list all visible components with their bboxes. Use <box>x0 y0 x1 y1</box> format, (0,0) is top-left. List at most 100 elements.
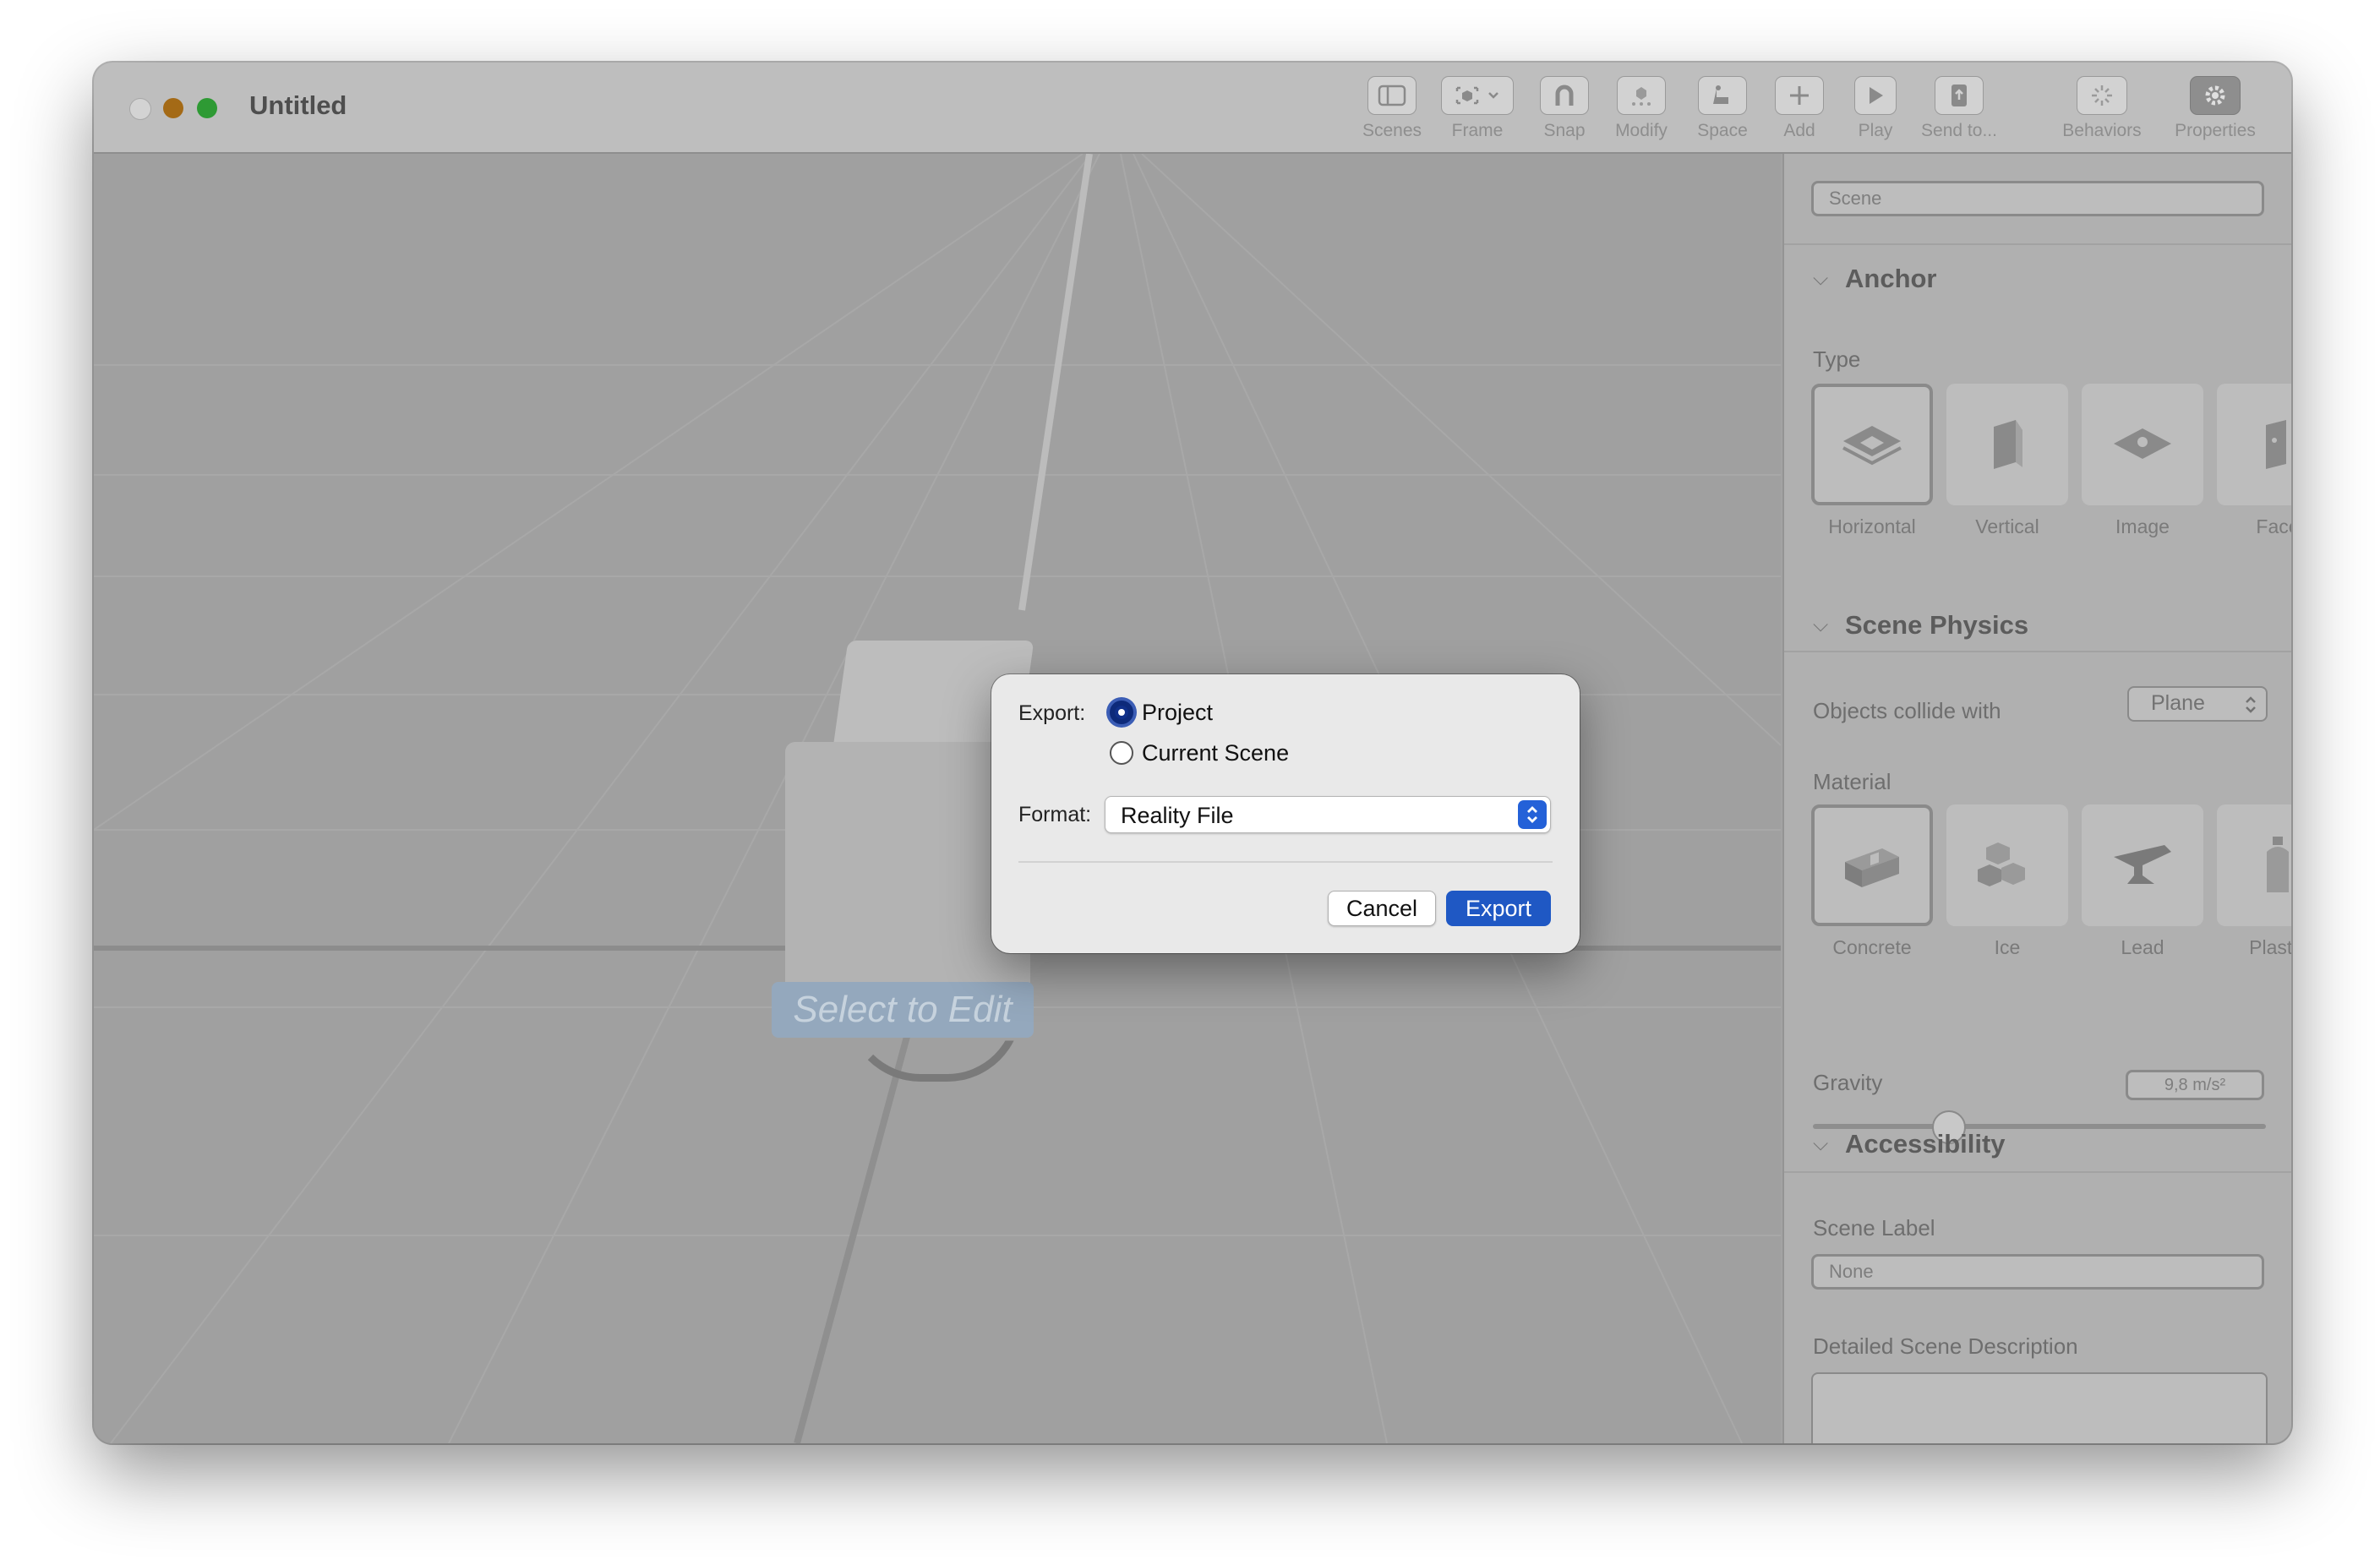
material-label-lead: Lead <box>2121 936 2164 958</box>
toolbar-properties[interactable]: Properties <box>2163 76 2268 141</box>
material-lead[interactable] <box>2082 804 2203 926</box>
properties-button[interactable] <box>2190 76 2241 115</box>
separator <box>1784 1171 2291 1173</box>
space-icon <box>1713 85 1728 104</box>
anchor-type-label-image: Image <box>2115 515 2170 537</box>
frame-cube-icon <box>1455 86 1498 105</box>
toolbar-behaviors[interactable]: Behaviors <box>2053 76 2151 141</box>
ice-cubes-icon <box>1978 842 2025 886</box>
magnet-icon <box>1555 85 1574 106</box>
material-label-ice: Ice <box>1994 936 2021 958</box>
collide-popup[interactable]: Plane <box>2127 686 2268 722</box>
play-button[interactable] <box>1854 76 1897 115</box>
material-concrete[interactable] <box>1811 804 1933 926</box>
scene-label-label: Scene Label <box>1813 1215 1935 1241</box>
chevron-down-icon[interactable]: ⌵ <box>1813 267 1828 291</box>
format-select[interactable]: Reality File <box>1105 796 1551 833</box>
export-dialog: Export: Project Current Scene Format: Re… <box>991 674 1580 953</box>
separator <box>1784 651 2291 652</box>
scenes-label: Scenes <box>1362 121 1422 140</box>
anchor-type-vertical[interactable] <box>1946 384 2068 505</box>
snap-button[interactable] <box>1540 76 1589 115</box>
modify-button[interactable] <box>1617 76 1666 115</box>
anchor-type-label-horizontal: Horizontal <box>1828 515 1916 537</box>
select-arrows-icon <box>1518 800 1547 829</box>
plastic-bottle-icon <box>2267 837 2289 892</box>
anchor-type-face[interactable] <box>2217 384 2291 505</box>
dialog-separator <box>1018 861 1553 863</box>
toolbar-scenes[interactable]: Scenes <box>1350 76 1434 141</box>
anchor-type-image[interactable] <box>2082 384 2203 505</box>
play-icon <box>1870 87 1883 104</box>
play-label: Play <box>1858 121 1893 140</box>
description-textarea[interactable] <box>1811 1372 2268 1443</box>
add-label: Add <box>1783 121 1815 140</box>
device-icon <box>1951 85 1967 106</box>
behaviors-label: Behaviors <box>2062 121 2142 140</box>
chevron-down-icon[interactable]: ⌵ <box>1813 1132 1828 1156</box>
anchor-header[interactable]: Anchor <box>1845 264 1937 294</box>
anchor-type-label: Type <box>1813 346 1861 372</box>
scene-name-field[interactable]: Scene <box>1811 181 2264 216</box>
plus-icon <box>1790 86 1809 105</box>
toolbar-snap[interactable]: Snap <box>1531 76 1598 141</box>
scene-label-field[interactable]: None <box>1811 1254 2264 1290</box>
collide-value: Plane <box>2151 691 2205 715</box>
anvil-icon <box>2114 845 2171 884</box>
modify-icon <box>1632 87 1651 106</box>
accessibility-header[interactable]: Accessibility <box>1845 1129 2006 1159</box>
scene-physics-header[interactable]: Scene Physics <box>1845 610 2028 641</box>
horizontal-plane-icon <box>1842 426 1902 466</box>
send-to-button[interactable] <box>1935 76 1984 115</box>
export-button[interactable]: Export <box>1446 891 1551 926</box>
radio-current-scene-label[interactable]: Current Scene <box>1142 740 1289 766</box>
radio-current-scene[interactable] <box>1110 741 1133 765</box>
anchor-type-label-face: Face <box>2256 515 2291 537</box>
toolbar-frame[interactable]: Frame <box>1439 76 1515 141</box>
behaviors-icon <box>2092 85 2112 106</box>
sidebar-icon <box>1378 85 1406 106</box>
title-bar: Untitled Scenes Frame Snap Modify Space … <box>94 63 2291 154</box>
toolbar-modify[interactable]: Modify <box>1603 76 1679 141</box>
separator <box>1784 243 2291 245</box>
up-down-chevron-icon <box>2246 696 2256 713</box>
gear-icon <box>2205 85 2225 106</box>
toolbar: Scenes Frame Snap Modify Space Add Play … <box>94 63 2291 152</box>
format-value: Reality File <box>1121 803 1234 828</box>
scenes-button[interactable] <box>1367 76 1417 115</box>
frame-button[interactable] <box>1441 76 1514 115</box>
radio-project[interactable] <box>1110 701 1133 724</box>
gravity-value-field[interactable]: 9,8 m/s² <box>2126 1070 2264 1100</box>
properties-label: Properties <box>2175 121 2256 140</box>
toolbar-space[interactable]: Space <box>1684 76 1760 141</box>
chevron-down-icon[interactable]: ⌵ <box>1813 613 1828 637</box>
toolbar-add[interactable]: Add <box>1766 76 1833 141</box>
anchor-type-label-vertical: Vertical <box>1975 515 2039 537</box>
behaviors-button[interactable] <box>2077 76 2127 115</box>
vertical-plane-icon <box>1994 420 2022 469</box>
export-label: Export: <box>1018 701 1086 725</box>
radio-project-label[interactable]: Project <box>1142 700 1213 726</box>
material-plastic[interactable] <box>2217 804 2291 926</box>
send-to-label: Send to... <box>1921 121 1997 140</box>
toolbar-play[interactable]: Play <box>1842 76 1909 141</box>
concrete-block-icon <box>1845 848 1899 887</box>
select-to-edit-label[interactable]: Select to Edit <box>772 982 1034 1038</box>
frame-label: Frame <box>1451 121 1504 140</box>
anchor-type-horizontal[interactable] <box>1811 384 1933 505</box>
image-anchor-icon <box>2114 428 2171 459</box>
toolbar-send-to[interactable]: Send to... <box>1913 76 2006 141</box>
material-label-plastic: Plastic <box>2249 936 2291 958</box>
description-label: Detailed Scene Description <box>1813 1333 2078 1359</box>
format-label: Format: <box>1018 803 1092 826</box>
space-button[interactable] <box>1698 76 1747 115</box>
gravity-label: Gravity <box>1813 1070 1883 1095</box>
material-ice[interactable] <box>1946 804 2068 926</box>
material-label: Material <box>1813 769 1891 794</box>
snap-label: Snap <box>1543 121 1586 140</box>
collide-label: Objects collide with <box>1813 698 2001 723</box>
space-label: Space <box>1697 121 1748 140</box>
add-button[interactable] <box>1775 76 1824 115</box>
cancel-button[interactable]: Cancel <box>1328 891 1436 926</box>
inspector-sidebar: Scene ⌵ Anchor Type Horizontal Vertical … <box>1782 154 2291 1443</box>
